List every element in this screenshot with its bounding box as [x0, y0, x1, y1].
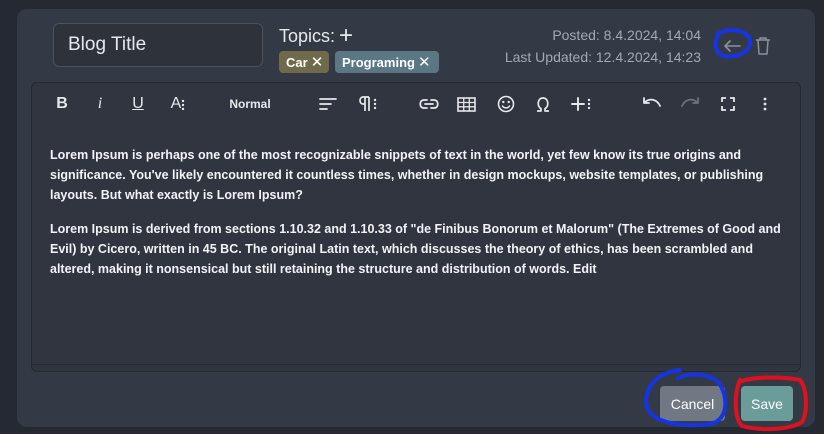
link-icon[interactable]	[418, 93, 440, 115]
editor-toolbar: B i U A Normal	[32, 83, 800, 125]
italic-button[interactable]: i	[94, 93, 106, 115]
table-icon[interactable]	[456, 93, 476, 115]
insert-icon[interactable]	[570, 93, 592, 115]
save-button[interactable]: Save	[741, 386, 793, 421]
font-size-button[interactable]: A	[168, 93, 188, 115]
editor-content[interactable]: Lorem Ipsum is perhaps one of the most r…	[50, 145, 788, 293]
cancel-button[interactable]: Cancel	[660, 386, 725, 421]
blog-title-input[interactable]	[53, 23, 263, 67]
fullscreen-icon[interactable]	[720, 93, 736, 115]
underline-button[interactable]: U	[130, 93, 146, 115]
last-updated-timestamp: Last Updated: 12.4.2024, 14:23	[504, 49, 701, 65]
topic-chip-programing: Programing ✕	[335, 51, 439, 73]
topics-label: Topics:	[279, 26, 336, 46]
undo-icon[interactable]	[642, 93, 662, 115]
remove-topic-programing-icon[interactable]: ✕	[418, 53, 431, 71]
paragraph-style-select[interactable]: Normal	[228, 93, 272, 115]
editor-bottom-border	[32, 364, 800, 365]
posted-timestamp: Posted: 8.4.2024, 14:04	[552, 27, 701, 43]
back-arrow-icon[interactable]	[722, 37, 742, 60]
font-size-dots-icon	[182, 99, 185, 110]
content-paragraph: Lorem Ipsum is perhaps one of the most r…	[50, 148, 764, 202]
add-topic-button[interactable]: +	[339, 23, 353, 49]
trash-icon[interactable]	[754, 36, 772, 61]
paragraph-icon[interactable]	[356, 93, 378, 115]
redo-icon[interactable]	[680, 93, 700, 115]
more-icon[interactable]	[760, 93, 770, 115]
topic-chip-label: Car	[286, 54, 308, 70]
omega-icon[interactable]	[534, 93, 552, 115]
font-size-label: A	[170, 95, 182, 112]
remove-topic-car-icon[interactable]: ✕	[311, 53, 324, 71]
rich-text-editor[interactable]: B i U A Normal Lorem Ipsum is perhaps on…	[31, 82, 801, 372]
emoji-icon[interactable]	[496, 93, 516, 115]
content-paragraph: Lorem Ipsum is derived from sections 1.1…	[50, 222, 781, 276]
topic-chip-label: Programing	[342, 54, 415, 70]
bold-button[interactable]: B	[54, 93, 70, 115]
topic-chip-car: Car ✕	[279, 51, 329, 73]
align-icon[interactable]	[318, 93, 338, 115]
